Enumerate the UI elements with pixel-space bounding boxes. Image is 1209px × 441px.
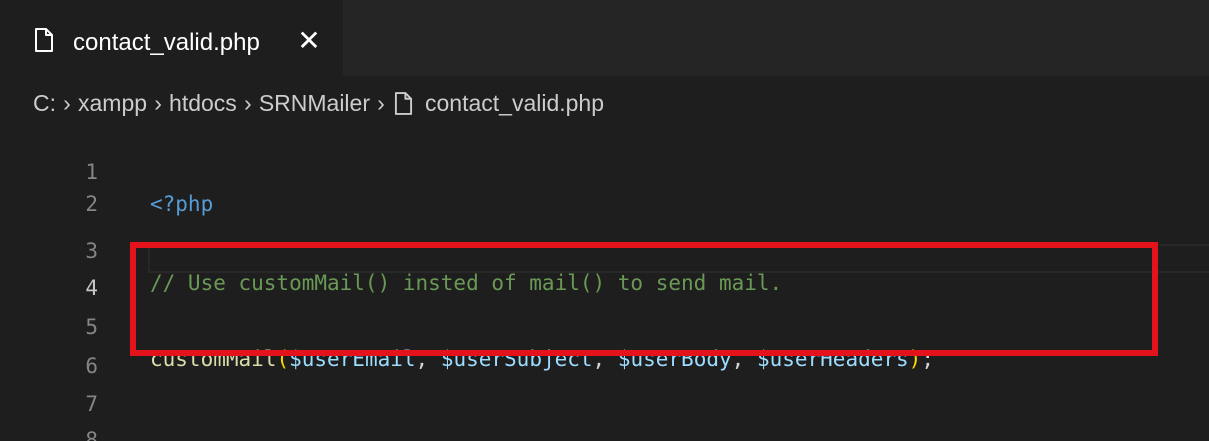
editor-window: contact_valid.php ✕ C: › xampp › htdocs … bbox=[0, 0, 1209, 441]
line-number: 8 bbox=[85, 428, 98, 441]
code-line[interactable]: 3 // Use customMail() insted of mail() t… bbox=[0, 203, 1209, 295]
breadcrumb-item-file[interactable]: contact_valid.php bbox=[425, 90, 604, 117]
file-icon bbox=[394, 91, 413, 115]
chevron-right-icon: › bbox=[377, 89, 385, 116]
code-line[interactable]: 1 <?php bbox=[0, 124, 1209, 216]
code-line[interactable]: 7 bbox=[0, 356, 1209, 416]
file-icon bbox=[35, 28, 53, 52]
code-line-active[interactable]: 4 bbox=[0, 240, 1209, 300]
tab-contact-valid[interactable]: contact_valid.php ✕ bbox=[0, 0, 343, 76]
breadcrumb-item-xampp[interactable]: xampp bbox=[78, 90, 147, 117]
tab-bar: contact_valid.php ✕ bbox=[0, 0, 1209, 76]
code-editor[interactable]: 1 <?php 2 3 // Use customMail() insted o… bbox=[0, 124, 1209, 441]
code-line[interactable]: 8 bbox=[0, 392, 1209, 441]
code-line[interactable]: 2 bbox=[0, 156, 1209, 216]
breadcrumb: C: › xampp › htdocs › SRNMailer › contac… bbox=[33, 86, 604, 120]
chevron-right-icon: › bbox=[63, 89, 71, 116]
code-line[interactable]: 5 customMail($userEmail, $userSubject, $… bbox=[0, 279, 1209, 371]
chevron-right-icon: › bbox=[243, 89, 252, 116]
breadcrumb-item-htdocs[interactable]: htdocs bbox=[169, 90, 237, 117]
tab-label: contact_valid.php bbox=[73, 29, 260, 56]
close-icon[interactable]: ✕ bbox=[296, 26, 322, 56]
chevron-right-icon: › bbox=[154, 89, 162, 116]
breadcrumb-item-drive[interactable]: C: bbox=[33, 90, 56, 117]
code-line[interactable]: 6 bbox=[0, 318, 1209, 378]
breadcrumb-item-srnmailer[interactable]: SRNMailer bbox=[259, 90, 370, 117]
